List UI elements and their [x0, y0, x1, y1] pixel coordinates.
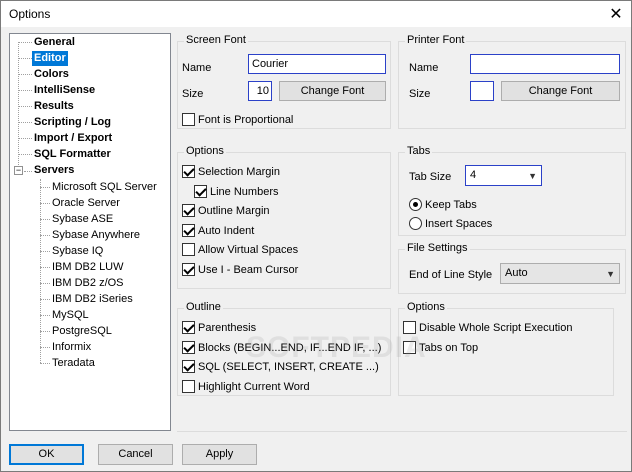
- group-title: Tabs: [405, 145, 433, 157]
- options-group: Options Selection Margin Line Numbers Ou…: [177, 145, 391, 289]
- screen-font-size-field[interactable]: 10: [248, 81, 272, 101]
- divider: [177, 431, 627, 432]
- title-bar: Options ✕: [1, 1, 631, 27]
- group-title: Outline: [184, 301, 223, 313]
- line-numbers-checkbox[interactable]: Line Numbers: [194, 184, 278, 199]
- file-settings-group: File Settings End of Line Style Auto ▼: [398, 242, 626, 294]
- insert-spaces-radio[interactable]: Insert Spaces: [409, 216, 492, 231]
- tree-item-server[interactable]: IBM DB2 z/OS: [52, 276, 124, 291]
- change-printer-font-button[interactable]: Change Font: [501, 81, 620, 101]
- outline-margin-checkbox[interactable]: Outline Margin: [182, 203, 270, 218]
- tree-item-server[interactable]: PostgreSQL: [52, 324, 112, 339]
- keep-tabs-radio[interactable]: Keep Tabs: [409, 197, 477, 212]
- tree-item-server[interactable]: Sybase Anywhere: [52, 228, 140, 243]
- tree-item-scripting-log[interactable]: Scripting / Log: [34, 115, 111, 130]
- window-title: Options: [9, 7, 51, 21]
- tab-size-label: Tab Size: [409, 171, 452, 183]
- tree-item-general[interactable]: General: [34, 35, 75, 50]
- outline-group: Outline Parenthesis Blocks (BEGIN...END,…: [177, 301, 391, 396]
- options-2-group: Options Disable Whole Script Execution T…: [398, 301, 614, 396]
- name-label: Name: [182, 62, 212, 74]
- close-icon[interactable]: ✕: [601, 1, 631, 27]
- size-label: Size: [409, 88, 431, 100]
- parenthesis-checkbox[interactable]: Parenthesis: [182, 320, 256, 335]
- i-beam-cursor-checkbox[interactable]: Use I - Beam Cursor: [182, 262, 298, 277]
- chevron-down-icon: ▼: [606, 269, 615, 279]
- tab-size-dropdown[interactable]: 4 ▼: [465, 165, 542, 186]
- tree-item-import-export[interactable]: Import / Export: [34, 131, 112, 146]
- tree-item-server[interactable]: Microsoft SQL Server: [52, 180, 157, 195]
- tree-item-sql-formatter[interactable]: SQL Formatter: [34, 147, 111, 162]
- printer-font-group: Printer Font Name Size Change Font: [398, 34, 626, 129]
- tree-item-colors[interactable]: Colors: [34, 67, 69, 82]
- tree-item-server[interactable]: Teradata: [52, 356, 95, 371]
- tree-item-server[interactable]: IBM DB2 iSeries: [52, 292, 133, 307]
- printer-font-name-field[interactable]: [470, 54, 620, 74]
- ok-button[interactable]: OK: [9, 444, 84, 465]
- blocks-checkbox[interactable]: Blocks (BEGIN...END, IF...END IF, ...): [182, 340, 381, 355]
- chevron-down-icon: ▼: [528, 171, 537, 181]
- group-title: Options: [405, 301, 447, 313]
- screen-font-name-field[interactable]: Courier: [248, 54, 386, 74]
- tree-item-intellisense[interactable]: IntelliSense: [34, 83, 95, 98]
- font-proportional-checkbox[interactable]: Font is Proportional: [182, 112, 293, 127]
- apply-button[interactable]: Apply: [182, 444, 257, 465]
- tabs-on-top-checkbox[interactable]: Tabs on Top: [403, 340, 478, 355]
- tree-item-server[interactable]: Informix: [52, 340, 91, 355]
- eol-label: End of Line Style: [409, 269, 493, 281]
- tree-item-server[interactable]: IBM DB2 LUW: [52, 260, 124, 275]
- tree-item-server[interactable]: Oracle Server: [52, 196, 120, 211]
- group-title: File Settings: [405, 242, 470, 254]
- screen-font-group: Screen Font Name Courier Size 10 Change …: [177, 34, 391, 129]
- group-title: Printer Font: [405, 34, 467, 46]
- options-tree[interactable]: − General Editor Colors IntelliSense Res…: [9, 33, 171, 431]
- name-label: Name: [409, 62, 439, 74]
- allow-virtual-spaces-checkbox[interactable]: Allow Virtual Spaces: [182, 242, 298, 257]
- group-title: Screen Font: [184, 34, 248, 46]
- size-label: Size: [182, 88, 204, 100]
- tabs-group: Tabs Tab Size 4 ▼ Keep Tabs Insert Space…: [398, 145, 626, 236]
- change-screen-font-button[interactable]: Change Font: [279, 81, 386, 101]
- tree-item-server[interactable]: MySQL: [52, 308, 89, 323]
- tree-item-server[interactable]: Sybase IQ: [52, 244, 103, 259]
- selection-margin-checkbox[interactable]: Selection Margin: [182, 164, 280, 179]
- group-title: Options: [184, 145, 226, 157]
- printer-font-size-field[interactable]: [470, 81, 494, 101]
- options-window: Options ✕ − General Editor Colors Intell…: [0, 0, 632, 472]
- sql-checkbox[interactable]: SQL (SELECT, INSERT, CREATE ...): [182, 359, 379, 374]
- tree-item-server[interactable]: Sybase ASE: [52, 212, 113, 227]
- tree-item-servers[interactable]: Servers: [34, 163, 74, 178]
- tree-item-editor[interactable]: Editor: [32, 51, 68, 66]
- eol-style-dropdown[interactable]: Auto ▼: [500, 263, 620, 284]
- highlight-word-checkbox[interactable]: Highlight Current Word: [182, 379, 310, 394]
- auto-indent-checkbox[interactable]: Auto Indent: [182, 223, 254, 238]
- disable-whole-script-checkbox[interactable]: Disable Whole Script Execution: [403, 320, 572, 335]
- cancel-button[interactable]: Cancel: [98, 444, 173, 465]
- collapse-icon[interactable]: −: [14, 166, 23, 175]
- tree-item-results[interactable]: Results: [34, 99, 74, 114]
